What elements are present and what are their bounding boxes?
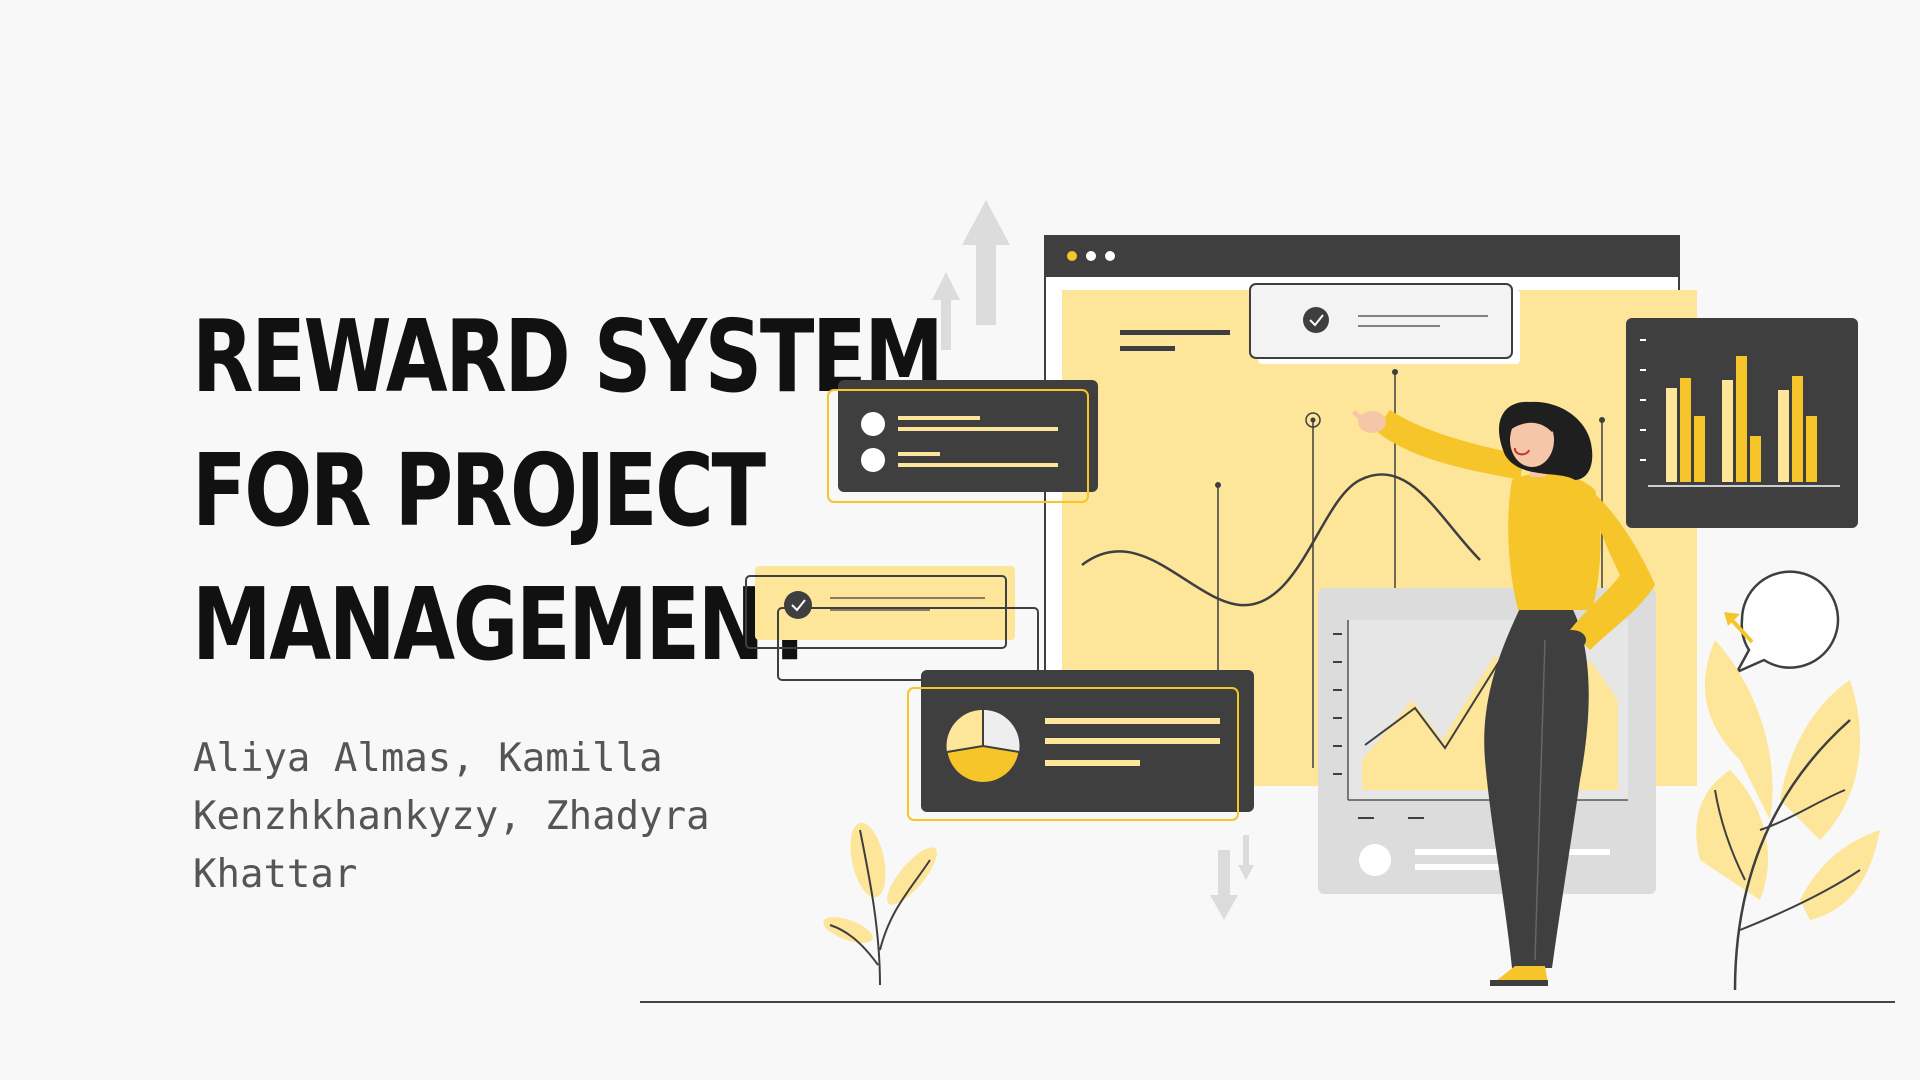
pie-chart-card-icon	[907, 670, 1254, 821]
leaf-plant-icon	[1696, 640, 1880, 991]
check-card-left-icon	[745, 566, 1039, 681]
list-card-icon	[827, 380, 1098, 503]
bar-chart-card-icon	[1626, 318, 1858, 528]
slide: REWARD SYSTEM FOR PROJECT MANAGEMENT Ali…	[0, 0, 1920, 1080]
leaf-plant-small-icon	[823, 822, 937, 986]
presentation-illustration	[640, 200, 1895, 1003]
check-card-icon	[1249, 283, 1520, 364]
arrow-up-icon	[932, 200, 1010, 350]
arrow-down-icon	[1210, 835, 1254, 920]
